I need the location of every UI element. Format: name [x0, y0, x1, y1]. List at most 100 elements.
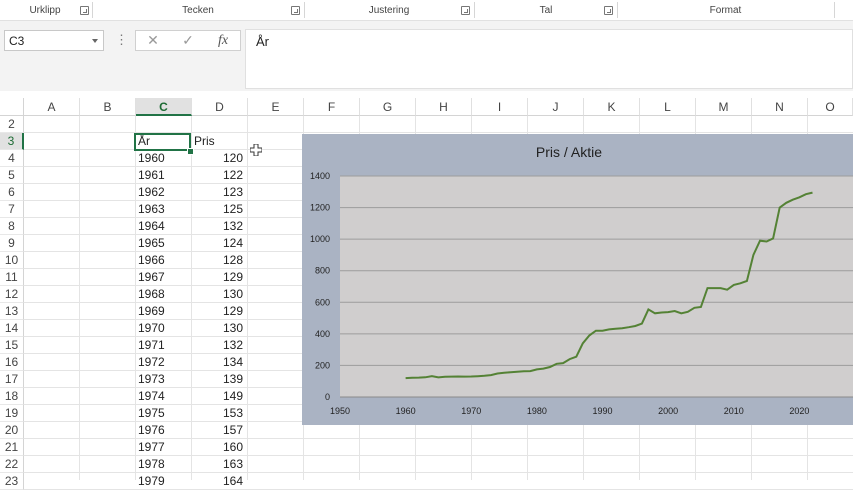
dialog-launcher-icon[interactable] — [291, 6, 300, 15]
cell-year[interactable]: 1979 — [136, 473, 190, 490]
row-header-19[interactable]: 19 — [0, 405, 24, 422]
cell-d3[interactable]: Pris — [192, 133, 245, 150]
cell-price[interactable]: 132 — [192, 337, 245, 354]
cell-year[interactable]: 1978 — [136, 456, 190, 473]
cell-price[interactable]: 134 — [192, 354, 245, 371]
cell-year[interactable]: 1977 — [136, 439, 190, 456]
cell-year[interactable]: 1970 — [136, 320, 190, 337]
cell-year[interactable]: 1966 — [136, 252, 190, 269]
cell-price[interactable]: 164 — [192, 473, 245, 490]
column-header-j[interactable]: J — [528, 98, 584, 116]
row-header-10[interactable]: 10 — [0, 252, 24, 269]
row-header-13[interactable]: 13 — [0, 303, 24, 320]
y-tick-label: 0 — [325, 392, 330, 402]
name-box[interactable]: C3 — [4, 30, 104, 51]
cell-price[interactable]: 120 — [192, 150, 245, 167]
cell-price[interactable]: 132 — [192, 218, 245, 235]
plot-area — [340, 176, 853, 397]
cell-price[interactable]: 128 — [192, 252, 245, 269]
row-header-6[interactable]: 6 — [0, 184, 24, 201]
cell-price[interactable]: 130 — [192, 286, 245, 303]
row-header-5[interactable]: 5 — [0, 167, 24, 184]
line-chart[interactable]: 0 200 400 600 800 1000 1200 1400 1950 1960 1970 19… — [302, 134, 853, 425]
row-header-12[interactable]: 12 — [0, 286, 24, 303]
cell-price[interactable]: 160 — [192, 439, 245, 456]
column-header-g[interactable]: G — [360, 98, 416, 116]
column-header-i[interactable]: I — [472, 98, 528, 116]
dialog-launcher-icon[interactable] — [80, 6, 89, 15]
cell-year[interactable]: 1968 — [136, 286, 190, 303]
column-header-f[interactable]: F — [304, 98, 360, 116]
y-tick-label: 1400 — [310, 171, 330, 181]
cell-year[interactable]: 1975 — [136, 405, 190, 422]
row-header-3[interactable]: 3 — [0, 133, 24, 150]
x-axis: 1950 1960 1970 1980 1990 2000 2010 2020 — [330, 406, 809, 416]
row-header-14[interactable]: 14 — [0, 320, 24, 337]
cell-price[interactable]: 129 — [192, 269, 245, 286]
cancel-icon[interactable]: ✕ — [136, 31, 170, 50]
column-header-o[interactable]: O — [808, 98, 853, 116]
cell-year[interactable]: 1976 — [136, 422, 190, 439]
cell-year[interactable]: 1969 — [136, 303, 190, 320]
cell-price[interactable]: 125 — [192, 201, 245, 218]
cell-year[interactable]: 1961 — [136, 167, 190, 184]
dialog-launcher-icon[interactable] — [461, 6, 470, 15]
cell-price[interactable]: 149 — [192, 388, 245, 405]
row-header-20[interactable]: 20 — [0, 422, 24, 439]
row-header-16[interactable]: 16 — [0, 354, 24, 371]
column-header-c[interactable]: C — [136, 98, 192, 116]
cell-year[interactable]: 1960 — [136, 150, 190, 167]
cell-year[interactable]: 1973 — [136, 371, 190, 388]
cell-price[interactable]: 130 — [192, 320, 245, 337]
cell-year[interactable]: 1962 — [136, 184, 190, 201]
dialog-launcher-icon[interactable] — [604, 6, 613, 15]
column-header-h[interactable]: H — [416, 98, 472, 116]
more-options-icon[interactable]: ⋮ — [115, 31, 128, 51]
cell-price[interactable]: 129 — [192, 303, 245, 320]
column-header-b[interactable]: B — [80, 98, 136, 116]
cell-price[interactable]: 153 — [192, 405, 245, 422]
chart-svg: 0200400600800100012001400 1950 1960 1970 19… — [310, 144, 853, 416]
column-header-n[interactable]: N — [752, 98, 808, 116]
cell-price[interactable]: 163 — [192, 456, 245, 473]
row-header-11[interactable]: 11 — [0, 269, 24, 286]
cell-year[interactable]: 1972 — [136, 354, 190, 371]
row-header-7[interactable]: 7 — [0, 201, 24, 218]
cell-price[interactable]: 139 — [192, 371, 245, 388]
formula-input[interactable]: År — [245, 29, 853, 89]
chevron-down-icon[interactable] — [92, 39, 98, 43]
x-tick-label: 2010 — [724, 406, 744, 416]
cell-year[interactable]: 1963 — [136, 201, 190, 218]
row-header-2[interactable]: 2 — [0, 116, 24, 133]
column-header-d[interactable]: D — [192, 98, 248, 116]
cell-price[interactable]: 122 — [192, 167, 245, 184]
column-header-l[interactable]: L — [640, 98, 696, 116]
select-all-corner[interactable] — [0, 98, 24, 116]
fill-handle[interactable] — [187, 148, 194, 155]
row-header-17[interactable]: 17 — [0, 371, 24, 388]
cell-price[interactable]: 157 — [192, 422, 245, 439]
column-header-k[interactable]: K — [584, 98, 640, 116]
column-header-m[interactable]: M — [696, 98, 752, 116]
insert-function-icon[interactable]: fx — [206, 31, 240, 50]
row-header-18[interactable]: 18 — [0, 388, 24, 405]
cell-year[interactable]: 1964 — [136, 218, 190, 235]
row-header-15[interactable]: 15 — [0, 337, 24, 354]
ribbon-group-alignment: Justering — [305, 0, 473, 20]
cell-year[interactable]: 1971 — [136, 337, 190, 354]
column-header-e[interactable]: E — [248, 98, 304, 116]
cell-year[interactable]: 1965 — [136, 235, 190, 252]
row-header-4[interactable]: 4 — [0, 150, 24, 167]
row-header-21[interactable]: 21 — [0, 439, 24, 456]
cell-price[interactable]: 123 — [192, 184, 245, 201]
cell-year[interactable]: 1974 — [136, 388, 190, 405]
enter-icon[interactable]: ✓ — [171, 31, 205, 50]
row-header-8[interactable]: 8 — [0, 218, 24, 235]
row-header-23[interactable]: 23 — [0, 473, 24, 490]
cell-price[interactable]: 124 — [192, 235, 245, 252]
column-header-a[interactable]: A — [24, 98, 80, 116]
row-header-9[interactable]: 9 — [0, 235, 24, 252]
row-header-22[interactable]: 22 — [0, 456, 24, 473]
ribbon-group-font: Tecken — [93, 0, 303, 20]
cell-year[interactable]: 1967 — [136, 269, 190, 286]
